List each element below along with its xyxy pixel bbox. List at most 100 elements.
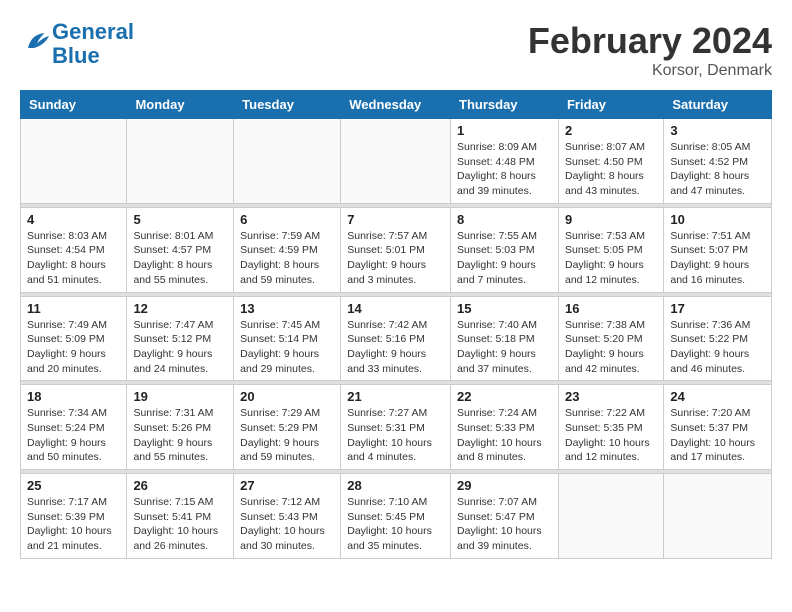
day-info: Sunrise: 8:03 AM Sunset: 4:54 PM Dayligh… [27,229,120,288]
calendar-cell: 24 Sunrise: 7:20 AM Sunset: 5:37 PM Dayli… [664,385,772,470]
calendar-cell: 22 Sunrise: 7:24 AM Sunset: 5:33 PM Dayli… [451,385,559,470]
calendar-cell: 7 Sunrise: 7:57 AM Sunset: 5:01 PM Daylig… [341,207,451,292]
week-row-5: 25 Sunrise: 7:17 AM Sunset: 5:39 PM Dayli… [21,474,772,559]
location-title: Korsor, Denmark [528,62,772,80]
calendar-cell [234,119,341,204]
title-block: February 2024 Korsor, Denmark [528,20,772,80]
logo-text-blue: Blue [52,43,100,68]
day-number: 3 [670,123,765,138]
weekday-header-sunday: Sunday [21,91,127,119]
day-info: Sunrise: 7:07 AM Sunset: 5:47 PM Dayligh… [457,495,552,554]
logo-text: General Blue [52,20,134,68]
day-info: Sunrise: 7:49 AM Sunset: 5:09 PM Dayligh… [27,318,120,377]
calendar-cell: 3 Sunrise: 8:05 AM Sunset: 4:52 PM Daylig… [664,119,772,204]
calendar-cell: 8 Sunrise: 7:55 AM Sunset: 5:03 PM Daylig… [451,207,559,292]
calendar-cell: 18 Sunrise: 7:34 AM Sunset: 5:24 PM Dayli… [21,385,127,470]
day-info: Sunrise: 7:59 AM Sunset: 4:59 PM Dayligh… [240,229,334,288]
logo: General Blue [20,20,134,68]
calendar-cell: 2 Sunrise: 8:07 AM Sunset: 4:50 PM Daylig… [558,119,663,204]
day-number: 24 [670,389,765,404]
day-number: 18 [27,389,120,404]
day-info: Sunrise: 7:45 AM Sunset: 5:14 PM Dayligh… [240,318,334,377]
calendar-cell: 21 Sunrise: 7:27 AM Sunset: 5:31 PM Dayli… [341,385,451,470]
calendar-cell: 1 Sunrise: 8:09 AM Sunset: 4:48 PM Daylig… [451,119,559,204]
calendar-cell: 28 Sunrise: 7:10 AM Sunset: 5:45 PM Dayli… [341,474,451,559]
day-number: 20 [240,389,334,404]
calendar-cell: 10Sunrise: 7:51 AM Sunset: 5:07 PM Dayli… [664,207,772,292]
day-number: 22 [457,389,552,404]
day-number: 14 [347,301,444,316]
calendar-cell [127,119,234,204]
calendar-cell: 29 Sunrise: 7:07 AM Sunset: 5:47 PM Dayli… [451,474,559,559]
calendar-cell: 20 Sunrise: 7:29 AM Sunset: 5:29 PM Dayli… [234,385,341,470]
calendar-table: SundayMondayTuesdayWednesdayThursdayFrid… [20,90,772,559]
day-number: 27 [240,478,334,493]
day-info: Sunrise: 7:27 AM Sunset: 5:31 PM Dayligh… [347,406,444,465]
weekday-header-wednesday: Wednesday [341,91,451,119]
calendar-cell: 16 Sunrise: 7:38 AM Sunset: 5:20 PM Dayli… [558,296,663,381]
weekday-header-saturday: Saturday [664,91,772,119]
day-info: Sunrise: 8:01 AM Sunset: 4:57 PM Dayligh… [133,229,227,288]
day-info: Sunrise: 8:05 AM Sunset: 4:52 PM Dayligh… [670,140,765,199]
day-info: Sunrise: 7:12 AM Sunset: 5:43 PM Dayligh… [240,495,334,554]
day-info: Sunrise: 7:40 AM Sunset: 5:18 PM Dayligh… [457,318,552,377]
day-info: Sunrise: 7:17 AM Sunset: 5:39 PM Dayligh… [27,495,120,554]
day-info: Sunrise: 7:38 AM Sunset: 5:20 PM Dayligh… [565,318,657,377]
day-number: 6 [240,212,334,227]
calendar-cell: 27 Sunrise: 7:12 AM Sunset: 5:43 PM Dayli… [234,474,341,559]
day-number: 15 [457,301,552,316]
calendar-cell [558,474,663,559]
weekday-header-tuesday: Tuesday [234,91,341,119]
calendar-cell [341,119,451,204]
day-number: 13 [240,301,334,316]
day-number: 29 [457,478,552,493]
day-number: 19 [133,389,227,404]
day-number: 16 [565,301,657,316]
day-number: 9 [565,212,657,227]
day-number: 1 [457,123,552,138]
day-number: 23 [565,389,657,404]
day-info: Sunrise: 7:55 AM Sunset: 5:03 PM Dayligh… [457,229,552,288]
calendar-cell: 11Sunrise: 7:49 AM Sunset: 5:09 PM Dayli… [21,296,127,381]
calendar-cell [664,474,772,559]
day-number: 8 [457,212,552,227]
calendar-cell: 23Sunrise: 7:22 AM Sunset: 5:35 PM Dayli… [558,385,663,470]
day-info: Sunrise: 8:09 AM Sunset: 4:48 PM Dayligh… [457,140,552,199]
calendar-cell: 4 Sunrise: 8:03 AM Sunset: 4:54 PM Daylig… [21,207,127,292]
day-info: Sunrise: 7:10 AM Sunset: 5:45 PM Dayligh… [347,495,444,554]
day-number: 28 [347,478,444,493]
calendar-cell: 5 Sunrise: 8:01 AM Sunset: 4:57 PM Daylig… [127,207,234,292]
day-info: Sunrise: 7:24 AM Sunset: 5:33 PM Dayligh… [457,406,552,465]
calendar-cell: 17 Sunrise: 7:36 AM Sunset: 5:22 PM Dayli… [664,296,772,381]
day-info: Sunrise: 7:34 AM Sunset: 5:24 PM Dayligh… [27,406,120,465]
day-number: 4 [27,212,120,227]
day-info: Sunrise: 7:51 AM Sunset: 5:07 PM Dayligh… [670,229,765,288]
day-info: Sunrise: 7:31 AM Sunset: 5:26 PM Dayligh… [133,406,227,465]
day-info: Sunrise: 7:57 AM Sunset: 5:01 PM Dayligh… [347,229,444,288]
month-title: February 2024 [528,20,772,62]
calendar-cell: 19 Sunrise: 7:31 AM Sunset: 5:26 PM Dayli… [127,385,234,470]
calendar-cell: 6 Sunrise: 7:59 AM Sunset: 4:59 PM Daylig… [234,207,341,292]
day-info: Sunrise: 7:29 AM Sunset: 5:29 PM Dayligh… [240,406,334,465]
week-row-2: 4 Sunrise: 8:03 AM Sunset: 4:54 PM Daylig… [21,207,772,292]
calendar-cell: 12Sunrise: 7:47 AM Sunset: 5:12 PM Dayli… [127,296,234,381]
calendar-cell: 9Sunrise: 7:53 AM Sunset: 5:05 PM Daylig… [558,207,663,292]
day-number: 17 [670,301,765,316]
week-row-4: 18 Sunrise: 7:34 AM Sunset: 5:24 PM Dayli… [21,385,772,470]
day-info: Sunrise: 7:47 AM Sunset: 5:12 PM Dayligh… [133,318,227,377]
day-number: 5 [133,212,227,227]
day-info: Sunrise: 7:15 AM Sunset: 5:41 PM Dayligh… [133,495,227,554]
day-number: 25 [27,478,120,493]
calendar-cell: 14Sunrise: 7:42 AM Sunset: 5:16 PM Dayli… [341,296,451,381]
calendar-cell [21,119,127,204]
day-number: 7 [347,212,444,227]
day-number: 2 [565,123,657,138]
day-info: Sunrise: 8:07 AM Sunset: 4:50 PM Dayligh… [565,140,657,199]
day-info: Sunrise: 7:20 AM Sunset: 5:37 PM Dayligh… [670,406,765,465]
day-number: 21 [347,389,444,404]
logo-text-general: General [52,19,134,44]
week-row-3: 11Sunrise: 7:49 AM Sunset: 5:09 PM Dayli… [21,296,772,381]
calendar-cell: 25 Sunrise: 7:17 AM Sunset: 5:39 PM Dayli… [21,474,127,559]
day-info: Sunrise: 7:36 AM Sunset: 5:22 PM Dayligh… [670,318,765,377]
day-number: 26 [133,478,227,493]
